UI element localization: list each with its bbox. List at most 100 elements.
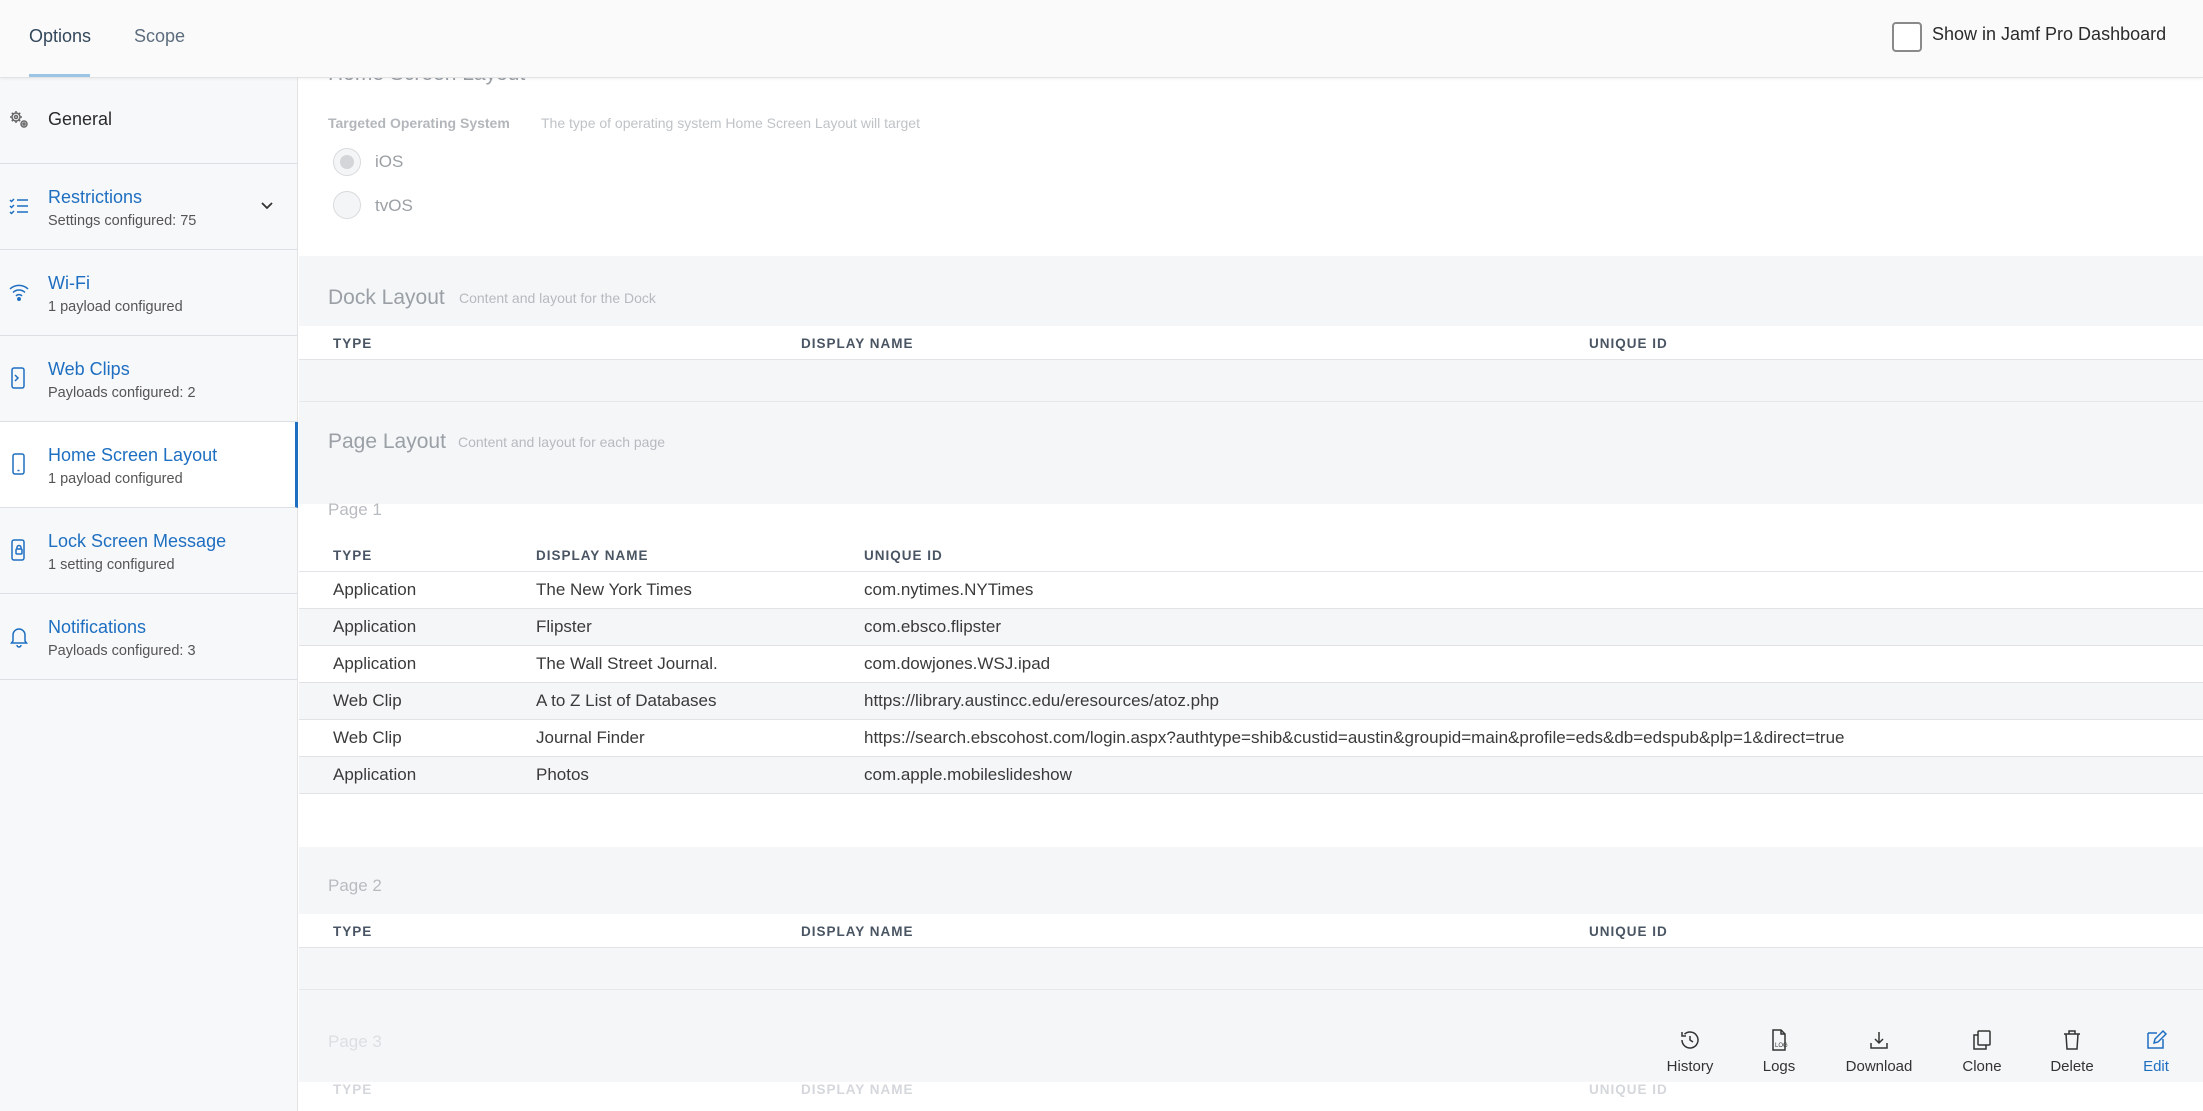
download-icon bbox=[1870, 1032, 1888, 1049]
tvos-radio[interactable] bbox=[333, 191, 361, 219]
page-2-table-header: TYPE DISPLAY NAME UNIQUE ID bbox=[299, 914, 2203, 948]
ios-radio[interactable] bbox=[333, 148, 361, 176]
cell-display-name: Flipster bbox=[536, 617, 592, 636]
dock-layout-title: Dock Layout bbox=[328, 286, 445, 309]
sidebar-item-subtitle: Payloads configured: 2 bbox=[48, 385, 196, 401]
edit-button[interactable]: Edit bbox=[2133, 1028, 2179, 1075]
table-row: Application Photos com.apple.mobileslide… bbox=[299, 757, 2203, 794]
cell-unique-id: https://library.austincc.edu/eresources/… bbox=[864, 691, 1219, 710]
page-3-label: Page 3 bbox=[328, 1032, 382, 1051]
column-header: DISPLAY NAME bbox=[801, 1082, 914, 1097]
sidebar-item-subtitle: Settings configured: 75 bbox=[48, 213, 197, 229]
column-header: UNIQUE ID bbox=[864, 548, 943, 563]
column-header: TYPE bbox=[333, 1082, 373, 1097]
show-in-dashboard-checkbox[interactable] bbox=[1892, 22, 1922, 52]
cell-display-name: The New York Times bbox=[536, 580, 692, 599]
history-icon bbox=[1681, 1031, 1699, 1049]
clone-label: Clone bbox=[1962, 1058, 2002, 1075]
column-header: TYPE bbox=[333, 548, 373, 563]
bell-icon bbox=[8, 624, 30, 648]
sidebar: General Restrictions Settings configured… bbox=[0, 78, 298, 1111]
cell-type: Application bbox=[333, 765, 417, 784]
cell-type: Application bbox=[333, 617, 417, 636]
sidebar-item-lock-screen-message[interactable]: Lock Screen Message 1 setting configured bbox=[0, 508, 298, 594]
tab-options[interactable]: Options bbox=[29, 26, 91, 47]
targeted-os-label: Targeted Operating System bbox=[328, 115, 510, 131]
dock-table-header: TYPE DISPLAY NAME UNIQUE ID bbox=[299, 326, 2203, 360]
sidebar-item-label: Home Screen Layout bbox=[48, 445, 218, 465]
table-row: Web Clip A to Z List of Databases https:… bbox=[299, 683, 2203, 720]
lock-phone-icon bbox=[8, 538, 30, 562]
column-header: TYPE bbox=[333, 924, 373, 939]
edit-label: Edit bbox=[2143, 1058, 2169, 1075]
column-header: UNIQUE ID bbox=[1589, 1082, 1668, 1097]
clone-button[interactable]: Clone bbox=[1957, 1028, 2007, 1075]
dock-layout-description: Content and layout for the Dock bbox=[459, 290, 656, 306]
sidebar-item-wifi[interactable]: Wi-Fi 1 payload configured bbox=[0, 250, 298, 336]
cell-unique-id: com.apple.mobileslideshow bbox=[864, 765, 1072, 784]
cell-display-name: The Wall Street Journal. bbox=[536, 654, 718, 673]
cell-unique-id: com.ebsco.flipster bbox=[864, 617, 1001, 636]
sidebar-item-label: Web Clips bbox=[48, 359, 130, 379]
logs-button[interactable]: LOG Logs bbox=[1757, 1028, 1801, 1075]
dock-empty-row bbox=[299, 360, 2203, 402]
top-bar: Options Scope Show in Jamf Pro Dashboard bbox=[0, 0, 2203, 78]
cell-unique-id: https://search.ebscohost.com/login.aspx?… bbox=[864, 728, 1845, 747]
cell-display-name: Journal Finder bbox=[536, 728, 645, 747]
download-label: Download bbox=[1845, 1058, 1913, 1075]
edit-icon bbox=[2147, 1029, 2168, 1049]
column-header: DISPLAY NAME bbox=[801, 336, 914, 351]
cell-unique-id: com.dowjones.WSJ.ipad bbox=[864, 654, 1051, 673]
page-2-empty-row bbox=[299, 948, 2203, 990]
sidebar-item-label: Restrictions bbox=[48, 187, 143, 207]
page-2-label: Page 2 bbox=[328, 876, 382, 895]
table-row: Application Flipster com.ebsco.flipster bbox=[299, 609, 2203, 646]
sidebar-item-subtitle: Payloads configured: 3 bbox=[48, 643, 196, 659]
sidebar-item-home-screen-layout[interactable]: Home Screen Layout 1 payload configured bbox=[0, 422, 298, 508]
cell-type: Application bbox=[333, 654, 417, 673]
sidebar-item-label: Lock Screen Message bbox=[48, 531, 227, 551]
download-button[interactable]: Download bbox=[1843, 1028, 1915, 1075]
page-1-table-header: TYPE DISPLAY NAME UNIQUE ID bbox=[299, 538, 2203, 572]
show-in-dashboard-label: Show in Jamf Pro Dashboard bbox=[1932, 24, 2167, 44]
tvos-radio-label: tvOS bbox=[375, 196, 413, 215]
history-label: History bbox=[1666, 1058, 1714, 1075]
tab-scope[interactable]: Scope bbox=[134, 26, 185, 47]
chevron-down-icon[interactable] bbox=[258, 196, 276, 214]
table-row: Application The New York Times com.nytim… bbox=[299, 572, 2203, 609]
sidebar-item-label: General bbox=[48, 109, 113, 129]
cell-display-name: Photos bbox=[536, 765, 589, 784]
trash-icon bbox=[2064, 1030, 2080, 1050]
history-button[interactable]: History bbox=[1660, 1028, 1720, 1075]
table-row: Application The Wall Street Journal. com… bbox=[299, 646, 2203, 683]
logs-label: Logs bbox=[1762, 1058, 1796, 1075]
table-row: Web Clip Journal Finder https://search.e… bbox=[299, 720, 2203, 757]
clone-icon bbox=[1973, 1030, 1991, 1050]
column-header: DISPLAY NAME bbox=[801, 924, 914, 939]
page-layout-description: Content and layout for each page bbox=[458, 434, 666, 450]
sidebar-item-subtitle: 1 payload configured bbox=[48, 471, 183, 487]
sidebar-item-subtitle: 1 payload configured bbox=[48, 299, 183, 315]
gears-icon bbox=[8, 108, 30, 132]
sidebar-item-subtitle: 1 setting configured bbox=[48, 557, 175, 573]
active-tab-indicator bbox=[29, 74, 90, 77]
sidebar-item-web-clips[interactable]: Web Clips Payloads configured: 2 bbox=[0, 336, 298, 422]
column-header: UNIQUE ID bbox=[1589, 336, 1668, 351]
svg-text:LOG: LOG bbox=[1775, 1043, 1788, 1049]
sidebar-item-general[interactable]: General bbox=[0, 78, 298, 164]
cell-unique-id: com.nytimes.NYTimes bbox=[864, 580, 1034, 599]
logs-icon: LOG bbox=[1772, 1029, 1788, 1051]
column-header: UNIQUE ID bbox=[1589, 924, 1668, 939]
page-layout-title: Page Layout bbox=[328, 430, 446, 453]
sidebar-item-label: Notifications bbox=[48, 617, 147, 637]
delete-button[interactable]: Delete bbox=[2047, 1028, 2097, 1075]
sidebar-item-notifications[interactable]: Notifications Payloads configured: 3 bbox=[0, 594, 298, 680]
delete-label: Delete bbox=[2050, 1058, 2094, 1075]
page-3-table-header: TYPE DISPLAY NAME UNIQUE ID bbox=[299, 1072, 2203, 1106]
sidebar-item-label: Wi-Fi bbox=[48, 273, 90, 293]
wifi-icon bbox=[8, 280, 30, 304]
phone-icon bbox=[8, 452, 30, 476]
section-title: Home Screen Layout bbox=[328, 78, 525, 86]
sidebar-item-restrictions[interactable]: Restrictions Settings configured: 75 bbox=[0, 164, 298, 250]
cell-type: Web Clip bbox=[333, 728, 402, 747]
